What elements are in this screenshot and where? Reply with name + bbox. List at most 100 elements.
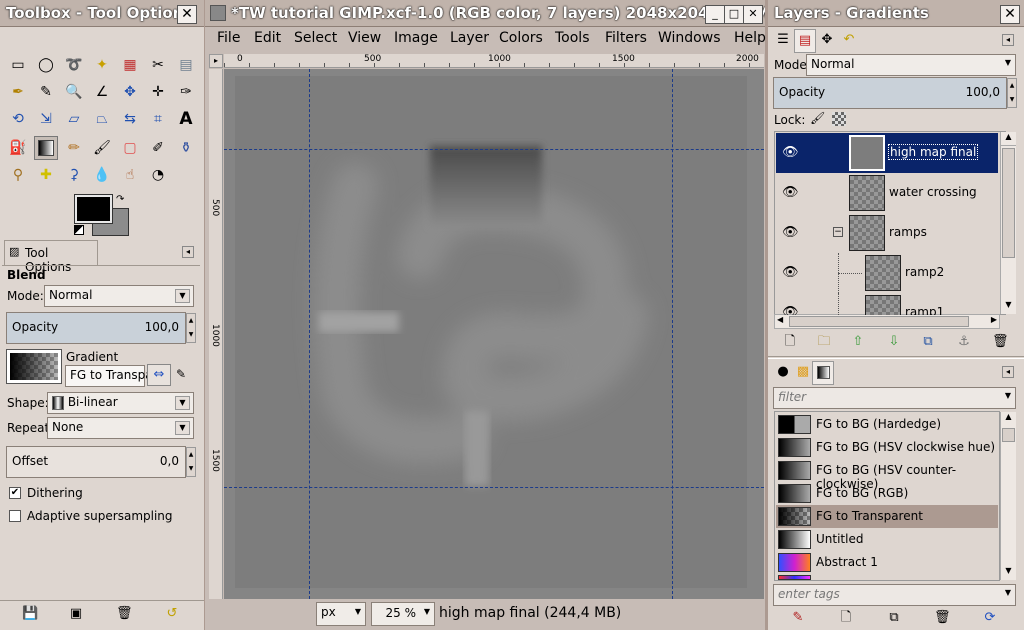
hscroll-thumb[interactable]	[789, 316, 969, 327]
blend-icon[interactable]	[34, 136, 58, 160]
maximize-button[interactable]: □	[724, 5, 744, 24]
zoom-select[interactable]: 25 % ▼	[371, 602, 435, 626]
close-button[interactable]: ✕	[743, 5, 763, 24]
paintbrush-icon[interactable]: 🖌	[90, 136, 114, 160]
scale-icon[interactable]: ⇲	[34, 107, 58, 131]
layer-row-ramps[interactable]: 👁 − ramps	[776, 213, 998, 253]
adaptive-supersampling-checkbox[interactable]	[9, 510, 21, 522]
visibility-eye-icon[interactable]: 👁	[782, 225, 799, 240]
bucket-fill-icon[interactable]: ⛽	[6, 136, 30, 160]
scroll-down-icon[interactable]: ▼	[1001, 300, 1016, 314]
lower-layer-icon[interactable]: ⇩	[886, 334, 902, 350]
panel-separator[interactable]	[768, 356, 1024, 359]
menu-select[interactable]: Select	[294, 30, 337, 46]
blur-icon[interactable]: 💧	[90, 163, 114, 187]
gradients-scrollbar[interactable]: ▲ ▼	[1000, 412, 1016, 580]
opacity-spinner[interactable]: ▲ ▼	[186, 313, 196, 343]
new-layer-group-icon[interactable]: 🗀	[816, 334, 832, 350]
visibility-eye-icon[interactable]: 👁	[782, 185, 799, 200]
rect-select-icon[interactable]: ▭	[6, 53, 30, 77]
tab-menu-icon[interactable]: ◂	[1002, 366, 1014, 378]
offset-spinner[interactable]: ▲ ▼	[186, 447, 196, 477]
ruler-corner[interactable]: ▸	[209, 54, 223, 68]
opacity-slider[interactable]: Opacity 100,0 ▲ ▼	[6, 312, 196, 344]
layer-opacity-slider[interactable]: Opacity 100,0 ▲ ▼	[773, 77, 1017, 109]
menu-help[interactable]: Help	[734, 30, 766, 46]
tags-input[interactable]: enter tags ▼	[773, 584, 1016, 606]
layer-row-water-crossing[interactable]: 👁 water crossing	[776, 173, 998, 213]
layers-hscrollbar[interactable]: ◀ ▶	[774, 314, 1000, 329]
move-icon[interactable]: ✥	[118, 80, 142, 104]
eraser-icon[interactable]: ▢	[118, 136, 142, 160]
text-icon[interactable]: A	[174, 107, 198, 131]
gradient-row[interactable]: FG to BG (Hardedge)	[776, 413, 998, 436]
tab-tool-options[interactable]: ▨ Tool Options	[4, 240, 98, 274]
dodge-burn-icon[interactable]: ◔	[146, 163, 170, 187]
menu-edit[interactable]: Edit	[254, 30, 281, 46]
measure-icon[interactable]: ∠	[90, 80, 114, 104]
restore-options-icon[interactable]: ▣	[68, 606, 84, 622]
delete-gradient-icon[interactable]: 🗑	[934, 610, 951, 626]
gradient-name-field[interactable]: FG to Transpa	[65, 365, 153, 387]
collapse-group-icon[interactable]: −	[833, 227, 843, 237]
vertical-ruler[interactable]: 500 1000 1500	[209, 69, 223, 599]
layer-name[interactable]: ramp1	[905, 305, 944, 315]
cage-icon[interactable]: ⌗	[146, 107, 170, 131]
minimize-button[interactable]: _	[705, 5, 725, 24]
refresh-gradients-icon[interactable]: ⟳	[982, 610, 998, 626]
menu-file[interactable]: File	[217, 30, 240, 46]
swap-colors-icon[interactable]: ↷	[116, 194, 124, 205]
close-button[interactable]: ✕	[1000, 5, 1020, 24]
horizontal-ruler[interactable]: 0 500 1000 1500 2000	[224, 54, 764, 68]
guide-horizontal[interactable]	[224, 149, 764, 150]
paths-tab-icon[interactable]: ✥	[816, 29, 838, 53]
canvas-area[interactable]	[224, 69, 764, 599]
perspective-clone-icon[interactable]: ⚳	[62, 163, 86, 187]
foreground-color-swatch[interactable]	[74, 194, 113, 224]
edit-gradient-icon[interactable]: ✎	[790, 610, 806, 626]
reset-options-icon[interactable]: ↺	[164, 606, 180, 622]
gradient-preview-button[interactable]	[6, 349, 62, 384]
gradient-row[interactable]: Abstract 1	[776, 551, 998, 574]
gradient-row[interactable]: FG to BG (HSV clockwise hue)	[776, 436, 998, 459]
menu-filters[interactable]: Filters	[605, 30, 647, 46]
clone-icon[interactable]: ⚲	[6, 163, 30, 187]
menu-layer[interactable]: Layer	[450, 30, 489, 46]
unit-select[interactable]: px ▼	[316, 602, 366, 626]
layer-mode-select[interactable]: Normal ▼	[806, 54, 1016, 76]
menu-view[interactable]: View	[348, 30, 381, 46]
smudge-icon[interactable]: ☝	[118, 163, 142, 187]
visibility-eye-icon[interactable]: 👁	[782, 305, 799, 315]
save-options-icon[interactable]: 💾	[22, 606, 38, 622]
ellipse-select-icon[interactable]: ◯	[34, 53, 58, 77]
image-canvas[interactable]	[235, 76, 747, 588]
color-picker-icon[interactable]: ✎	[34, 80, 58, 104]
duplicate-layer-icon[interactable]: ⧉	[920, 334, 936, 350]
mode-select[interactable]: Normal ▼	[44, 285, 194, 307]
layer-row-ramp1[interactable]: 👁 ramp1	[776, 293, 998, 315]
menu-colors[interactable]: Colors	[499, 30, 543, 46]
shape-select[interactable]: Bi-linear ▼	[47, 392, 194, 414]
menu-tools[interactable]: Tools	[555, 30, 590, 46]
rotate-icon[interactable]: ⟲	[6, 107, 30, 131]
new-gradient-icon[interactable]: 🗋	[838, 610, 854, 626]
guide-vertical[interactable]	[672, 69, 673, 599]
delete-options-icon[interactable]: 🗑	[116, 606, 133, 622]
heal-icon[interactable]: ✚	[34, 163, 58, 187]
layers-tab-icon[interactable]: ☰	[772, 29, 794, 53]
repeat-select[interactable]: None ▼	[47, 417, 194, 439]
close-button[interactable]: ✕	[177, 5, 197, 24]
menu-windows[interactable]: Windows	[658, 30, 721, 46]
raise-layer-icon[interactable]: ⇧	[850, 334, 866, 350]
crop-icon[interactable]: ✑	[174, 80, 198, 104]
scroll-up-icon[interactable]: ▲	[1001, 412, 1016, 426]
default-colors-icon[interactable]	[74, 225, 84, 235]
scroll-thumb[interactable]	[1002, 428, 1015, 442]
lock-pixels-icon[interactable]: 🖌	[810, 111, 825, 125]
scroll-up-icon[interactable]: ▲	[1001, 132, 1016, 146]
tab-menu-icon[interactable]: ◂	[182, 246, 194, 258]
zoom-icon[interactable]: 🔍	[62, 80, 86, 104]
anchor-layer-icon[interactable]: ⚓	[956, 334, 972, 350]
gradient-row[interactable]: FG to BG (RGB)	[776, 482, 998, 505]
color-select-icon[interactable]: ▦	[118, 53, 142, 77]
